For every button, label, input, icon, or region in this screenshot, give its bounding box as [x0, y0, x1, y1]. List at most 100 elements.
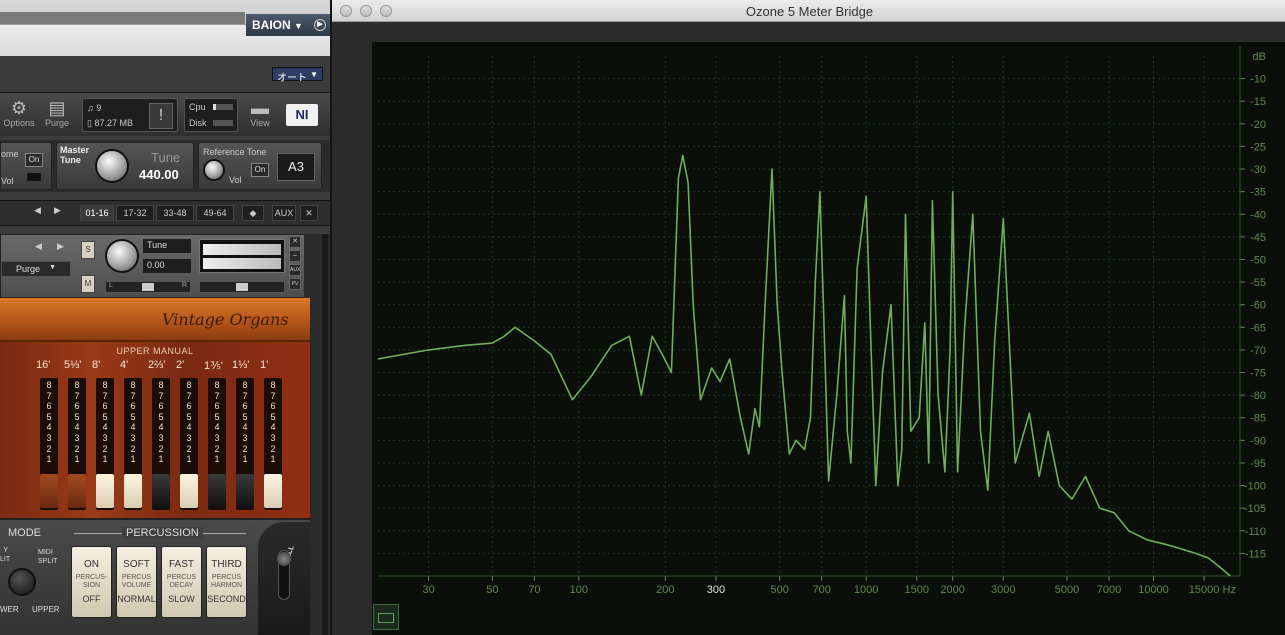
drawbar-handle[interactable]	[208, 474, 226, 508]
reference-tone-label: Reference Tone	[203, 147, 267, 157]
instrument-pv-button[interactable]: PV	[289, 278, 301, 290]
solo-button[interactable]: S	[81, 241, 95, 259]
warning-button[interactable]: !	[149, 103, 173, 129]
drawbar-footage-label: 1'	[260, 359, 269, 371]
drawbar-scale-number: 5	[242, 411, 248, 422]
inst-next-icon[interactable]: ▶	[57, 241, 64, 252]
purge-button[interactable]: ▤ Purge	[42, 98, 72, 128]
drawbar-scale-number: 7	[102, 390, 108, 401]
voices-row: ♫ 9	[87, 103, 101, 113]
instrument-aux-button[interactable]: AUX	[289, 264, 301, 276]
reference-note-selector[interactable]: A3	[277, 153, 315, 181]
percussion-button[interactable]: THIRD PERCUS HARMON SECOND	[206, 546, 247, 618]
rack-aux-button[interactable]: AUX	[272, 205, 296, 221]
y-axis-label: dB	[1253, 51, 1266, 63]
automation-select[interactable]: オート ▼	[272, 67, 323, 84]
mode-knob[interactable]	[8, 568, 36, 596]
drawbar-scale-number: 2	[214, 443, 220, 454]
drawbar-handle[interactable]	[236, 474, 254, 508]
instance-selector[interactable]: BAION ▼ ▶	[246, 14, 330, 36]
drawbar-scale-number: 8	[130, 380, 136, 390]
pan-right-label: R	[181, 282, 187, 289]
swell-handle[interactable]	[277, 552, 291, 566]
percussion-button[interactable]: ON PERCUS- SION OFF	[71, 546, 112, 618]
drawbar-scale-number: 1	[270, 454, 276, 465]
rack-tab-3[interactable]: 33-48	[156, 205, 194, 221]
cpu-label: Cpu	[189, 102, 206, 112]
drawbar-scale-number: 4	[74, 422, 80, 433]
master-tune-knob[interactable]	[95, 149, 129, 183]
y-tick-label: -25	[1250, 141, 1266, 153]
drawbar-handle[interactable]	[40, 474, 58, 508]
drawbar-scale-number: 3	[130, 432, 136, 443]
drawbar-scale-number: 7	[46, 390, 52, 401]
spectrum-analyzer[interactable]: -10 -15 -20 -25 -30 -35 -40 -45 -50 -55 -60 -65 -70 -…	[372, 42, 1285, 635]
rack-tab-2[interactable]: 17-32	[116, 205, 154, 221]
drawbar-handle[interactable]	[96, 474, 114, 508]
x-tick-label: 7000	[1097, 584, 1121, 596]
volume-handle[interactable]	[236, 283, 248, 291]
window-title: Ozone 5 Meter Bridge	[745, 4, 874, 19]
tune-value[interactable]: 440.00	[139, 167, 179, 182]
rack-close-button[interactable]: ✕	[300, 205, 318, 221]
y-tick-label: -35	[1250, 187, 1266, 199]
wrench-icon: ◆	[249, 208, 257, 218]
play-icon[interactable]: ▶	[314, 19, 326, 31]
mute-button[interactable]: M	[81, 275, 95, 293]
mode-left-top-label: Y LIT	[0, 547, 11, 563]
reference-vol-knob[interactable]	[203, 159, 225, 181]
metronome-vol-label: Vol	[1, 176, 14, 186]
reference-on-button[interactable]: On	[251, 163, 269, 177]
options-button[interactable]: ⚙ Options	[2, 98, 36, 128]
inst-prev-icon[interactable]: ◀	[35, 241, 42, 252]
rack-tab-4[interactable]: 49-64	[196, 205, 234, 221]
drawbar-handle[interactable]	[124, 474, 142, 508]
percussion-button-bottom: OFF	[82, 594, 101, 604]
drawbar-scale: 87654321	[40, 380, 58, 465]
drawbar-scale-number: 5	[158, 411, 164, 422]
drawbar-scale-number: 1	[74, 454, 80, 465]
instrument-tune-knob[interactable]	[105, 239, 139, 273]
pan-handle[interactable]	[142, 283, 154, 291]
drawbar-scale-number: 8	[214, 380, 220, 390]
rack-tab-1[interactable]: 01-16	[80, 205, 114, 221]
close-icon: ✕	[305, 208, 313, 218]
pan-slider[interactable]: L R	[105, 281, 191, 293]
kontakt-scrollbar[interactable]	[322, 234, 328, 635]
metronome-on-button[interactable]: On	[25, 153, 43, 167]
instrument-tune-value[interactable]: 0.00	[143, 259, 191, 273]
drawbar-scale-number: 1	[186, 454, 192, 465]
instrument-header: ◀ ▶ Purge ▼ S M Tune 0.00 L R	[0, 234, 310, 298]
rack-next-icon[interactable]: ▶	[54, 205, 61, 216]
rack-edit-button[interactable]: ◆	[242, 205, 264, 221]
purge-label: Purge	[44, 118, 70, 128]
view-button[interactable]: ▬ View	[246, 98, 274, 128]
drawbar-handle[interactable]	[264, 474, 282, 508]
y-tick-label: -70	[1250, 345, 1266, 357]
drawbar-handle[interactable]	[68, 474, 86, 508]
percussion-button-top: THIRD	[211, 559, 242, 570]
drawbar-handle[interactable]	[180, 474, 198, 508]
x-tick-label: 30	[422, 584, 434, 596]
drawbar-handle[interactable]	[152, 474, 170, 508]
drawbar-scale-number: 2	[102, 443, 108, 454]
instrument-minimize-icon[interactable]: –	[289, 250, 301, 262]
drawbar-scale-number: 8	[74, 380, 80, 390]
instrument-close-icon[interactable]: ✕	[289, 236, 301, 248]
drawbar-footage-label: 4'	[120, 359, 129, 371]
rack-prev-icon[interactable]: ◀	[34, 205, 41, 216]
volume-slider[interactable]	[199, 281, 285, 293]
percussion-button[interactable]: SOFT PERCUS VOLUME NORMAL	[116, 546, 157, 618]
meter-layout-button[interactable]	[373, 604, 399, 630]
drawbar-scale-number: 6	[242, 401, 248, 412]
y-tick-label: -110	[1245, 526, 1266, 538]
drawbar-scale-number: 6	[186, 401, 192, 412]
instrument-purge-select[interactable]: Purge ▼	[1, 261, 71, 277]
plot-background	[372, 42, 1285, 635]
instrument-purge-label: Purge	[16, 264, 41, 274]
drawbar-scale-number: 8	[270, 380, 276, 390]
x-tick-label: 1500	[905, 584, 929, 596]
percussion-button-function: PERCUS HARMON	[210, 574, 243, 589]
swell-pedal[interactable]: SWELL	[258, 522, 310, 635]
percussion-button[interactable]: FAST PERCUS DECAY SLOW	[161, 546, 202, 618]
